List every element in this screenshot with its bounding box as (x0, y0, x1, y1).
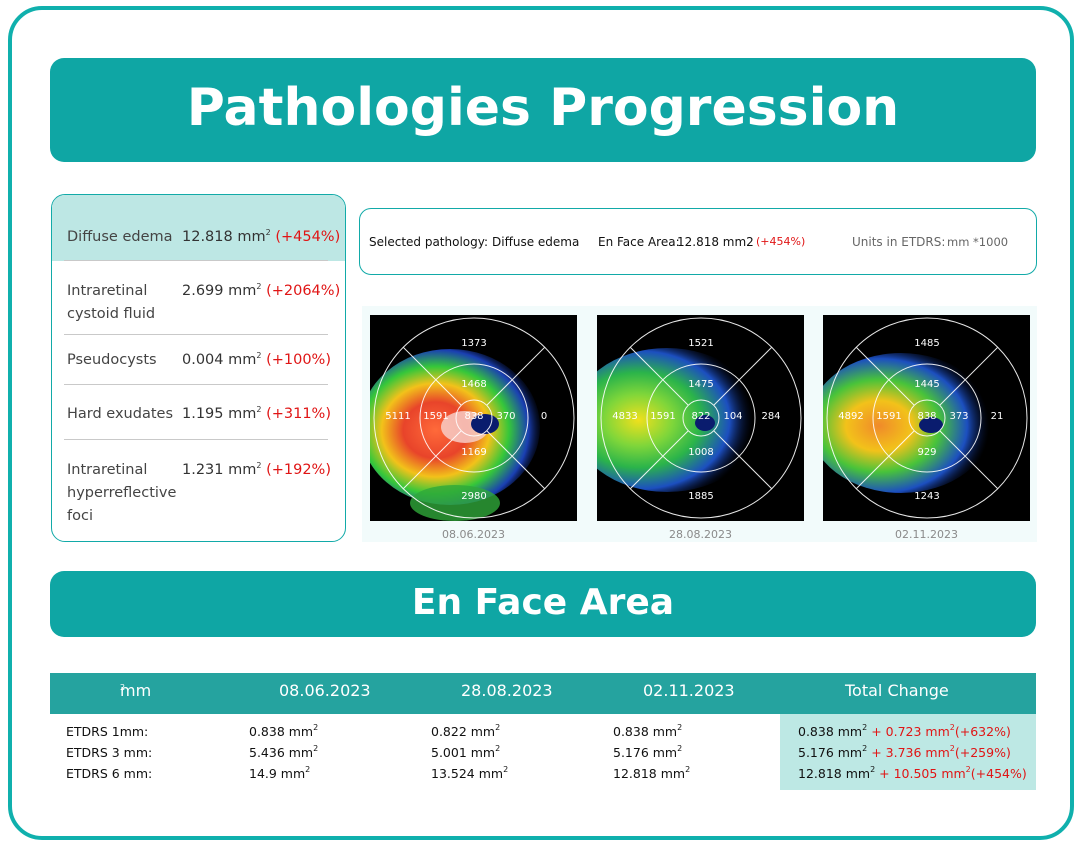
pathology-item-intraretinal-cystoid-fluid[interactable]: Intraretinal cystoid fluid 2.699 mm2 (+2… (52, 261, 345, 333)
map-date: 08.06.2023 (442, 528, 505, 541)
total-change-cell: 5.176 mm2 + 3.736 mm2(+259%) (798, 744, 1011, 761)
date-header: 28.08.2023 (461, 681, 553, 700)
table-cell: 0.822 mm2 (431, 723, 501, 740)
pathology-value: 1.231 mm2 (+192%) (182, 461, 331, 479)
pathology-item-pseudocysts[interactable]: Pseudocysts 0.004 mm2 (+100%) (52, 335, 345, 385)
total-change-header: Total Change (845, 681, 949, 700)
pathology-item-hard-exudates[interactable]: Hard exudates 1.195 mm2 (+311%) (52, 385, 345, 439)
table-cell: 0.838 mm2 (249, 723, 319, 740)
pathology-list: Diffuse edema 12.818 mm2 (+454%) Intrare… (51, 194, 346, 542)
map-date: 02.11.2023 (895, 528, 958, 541)
sector-bottom-outer: 1885 (688, 491, 714, 502)
sector-top-inner: 1468 (461, 379, 487, 390)
sector-right-outer: 0 (540, 411, 548, 422)
date-header: 02.11.2023 (643, 681, 735, 700)
sector-left-inner: 1591 (423, 411, 449, 422)
table-cell: 14.9 mm2 (249, 765, 311, 782)
table-cell: 12.818 mm2 (613, 765, 691, 782)
sector-bottom-inner: 1169 (461, 447, 487, 458)
pathology-value: 1.195 mm2 (+311%) (182, 405, 331, 423)
row-label: ETDRS 1mm: (66, 724, 149, 739)
sector-top-outer: 1373 (461, 338, 487, 349)
table-header: mm 2 08.06.2023 28.08.2023 02.11.2023 Tot… (50, 673, 1036, 714)
table-cell: 5.001 mm2 (431, 744, 501, 761)
selected-pathology-info: Selected pathology: Diffuse edema En Fac… (359, 208, 1037, 275)
sector-right-inner: 370 (496, 411, 516, 422)
page-title: Pathologies Progression (50, 58, 1036, 162)
row-label: ETDRS 3 mm: (66, 745, 153, 760)
etdrs-map[interactable]: 1373 1468 5111 1591 838 370 0 1169 2980 (370, 315, 577, 521)
pathology-item-diffuse-edema[interactable]: Diffuse edema 12.818 mm2 (+454%) (52, 195, 345, 261)
sector-bottom-outer: 2980 (461, 491, 487, 502)
selected-pathology-value: Diffuse edema (492, 235, 580, 249)
en-face-area-label: En Face Area: (598, 235, 680, 249)
pathology-name: Intraretinal cystoid fluid (67, 283, 156, 322)
etdrs-map[interactable]: 1521 1475 4833 1591 822 104 284 1008 188… (597, 315, 804, 521)
table-cell: 0.838 mm2 (613, 723, 683, 740)
sector-top-inner: 1475 (688, 379, 714, 390)
sector-left-inner: 1591 (650, 411, 676, 422)
map-date: 28.08.2023 (669, 528, 732, 541)
table-cell: 13.524 mm2 (431, 765, 509, 782)
units-label: Units in ETDRS: (852, 235, 946, 249)
pathology-name: Diffuse edema (67, 229, 173, 245)
total-change-cell: 12.818 mm2 + 10.505 mm2(+454%) (798, 765, 1027, 782)
sector-right-outer: 284 (761, 411, 781, 422)
pathology-name: Hard exudates (67, 406, 173, 422)
units-value: mm *1000 (947, 235, 1009, 249)
sector-right-outer: 21 (990, 411, 1004, 422)
sector-right-inner: 104 (723, 411, 743, 422)
section-title: En Face Area (50, 571, 1036, 637)
sector-top-outer: 1485 (914, 338, 940, 349)
sector-right-inner: 373 (949, 411, 969, 422)
unit-header: mm 2 (120, 681, 152, 700)
en-face-area-value: 12.818 mm2 (677, 235, 754, 249)
sector-bottom-inner: 929 (917, 447, 937, 458)
sector-top-outer: 1521 (688, 338, 714, 349)
sector-top-inner: 1445 (914, 379, 940, 390)
sector-bottom-outer: 1243 (914, 491, 940, 502)
total-change-cell: 0.838 mm2 + 0.723 mm2(+632%) (798, 723, 1011, 740)
sector-left-inner: 1591 (876, 411, 902, 422)
pathology-value: 2.699 mm2 (+2064%) (182, 282, 341, 300)
etdrs-map[interactable]: 1485 1445 4892 1591 838 373 21 929 1243 (823, 315, 1030, 521)
pathology-value: 12.818 mm2 (+454%) (182, 228, 341, 246)
en-face-area-change: (+454%) (756, 235, 806, 248)
table-cell: 5.176 mm2 (613, 744, 683, 761)
table-cell: 5.436 mm2 (249, 744, 319, 761)
sector-bottom-inner: 1008 (688, 447, 714, 458)
pathology-name: Intraretinal hyperreflective foci (67, 462, 177, 524)
sector-left-outer: 4833 (612, 411, 638, 422)
selected-pathology-label: Selected pathology: (369, 235, 489, 249)
sector-left-outer: 5111 (385, 411, 411, 422)
pathology-name: Pseudocysts (67, 352, 157, 368)
pathology-item-intraretinal-hyperreflective-foci[interactable]: Intraretinal hyperreflective foci 1.231 … (52, 440, 345, 540)
row-label: ETDRS 6 mm: (66, 766, 153, 781)
pathology-value: 0.004 mm2 (+100%) (182, 351, 331, 369)
date-header: 08.06.2023 (279, 681, 371, 700)
sector-left-outer: 4892 (838, 411, 864, 422)
